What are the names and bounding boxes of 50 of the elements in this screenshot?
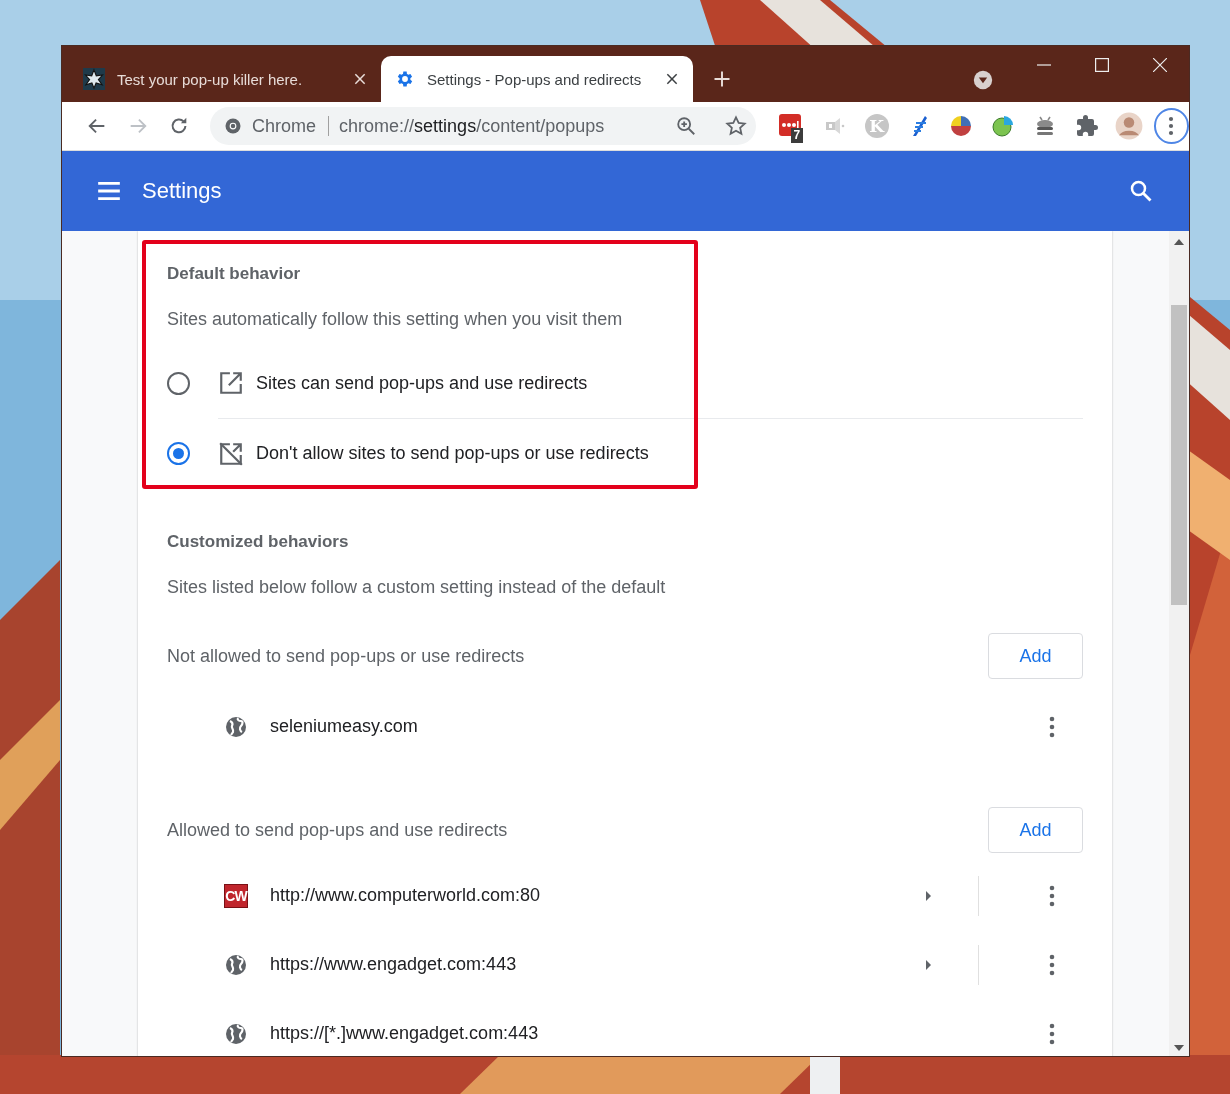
- puzzle-icon[interactable]: [1074, 114, 1099, 138]
- browser-tab[interactable]: Test your pop-up killer here.: [69, 56, 381, 102]
- address-bar[interactable]: Chrome chrome://settings/content/popups: [210, 107, 756, 145]
- site-address: http://www.computerworld.com:80: [270, 885, 542, 906]
- option-label: Sites can send pop-ups and use redirects: [256, 372, 588, 394]
- open-in-new-icon: [218, 370, 244, 396]
- group-title: Allowed to send pop-ups and use redirects: [167, 819, 508, 841]
- page-title: Settings: [142, 178, 223, 204]
- site-address: https://www.engadget.com:443: [270, 954, 518, 975]
- star-icon: [724, 115, 747, 137]
- site-address: https://[*.]www.engadget.com:443: [270, 1023, 540, 1044]
- blocked-popup-icon: [218, 440, 244, 467]
- radio-button[interactable]: [167, 371, 190, 395]
- section-description: Sites automatically follow this setting when you visit them: [167, 308, 624, 330]
- scrollbar[interactable]: [1169, 231, 1189, 1056]
- browser-tab[interactable]: Settings - Pop-ups and redirects: [381, 56, 693, 102]
- add-button[interactable]: Add: [988, 633, 1083, 679]
- add-button[interactable]: Add: [988, 807, 1083, 853]
- globe-icon: [224, 1021, 248, 1046]
- menu-button[interactable]: [1153, 108, 1189, 144]
- close-icon[interactable]: [665, 72, 679, 86]
- group-title: Not allowed to send pop-ups or use redirects: [167, 645, 525, 667]
- section-description: Sites listed below follow a custom setting instead of the default: [167, 576, 667, 598]
- radio-button[interactable]: [167, 441, 190, 465]
- gear-icon: [395, 69, 415, 89]
- pie-chart-icon[interactable]: [990, 114, 1015, 138]
- pie-chart-icon[interactable]: [948, 114, 973, 138]
- site-chip: Chrome: [252, 116, 330, 136]
- plus-icon: [713, 70, 731, 88]
- avatar-icon[interactable]: [1114, 112, 1143, 140]
- tab-search-icon[interactable]: [973, 70, 993, 90]
- globe-icon: [224, 714, 248, 739]
- scroll-down-arrow-icon[interactable]: [1174, 1045, 1184, 1051]
- badge-count: 7: [790, 128, 804, 143]
- search-button[interactable]: [1129, 179, 1153, 203]
- more-vertical-icon: [1168, 116, 1175, 136]
- url-text: chrome://settings/content/popups: [339, 115, 606, 137]
- section-heading: Customized behaviors: [167, 531, 350, 553]
- asterisk-icon: [83, 68, 105, 90]
- section-heading: Default behavior: [167, 263, 302, 285]
- search-icon: [1129, 179, 1153, 203]
- chrome-logo-icon: [224, 117, 243, 135]
- option-label: Don't allow sites to send pop-ups or use redirects: [256, 443, 649, 464]
- scroll-up-arrow-icon[interactable]: [1174, 239, 1184, 245]
- site-favicon: CW: [224, 883, 248, 908]
- site-address: seleniumeasy.com: [270, 716, 419, 737]
- globe-icon: [224, 952, 248, 977]
- maximize-icon: [1095, 58, 1109, 72]
- zoom-in-icon: [674, 115, 697, 137]
- close-icon: [1153, 58, 1167, 72]
